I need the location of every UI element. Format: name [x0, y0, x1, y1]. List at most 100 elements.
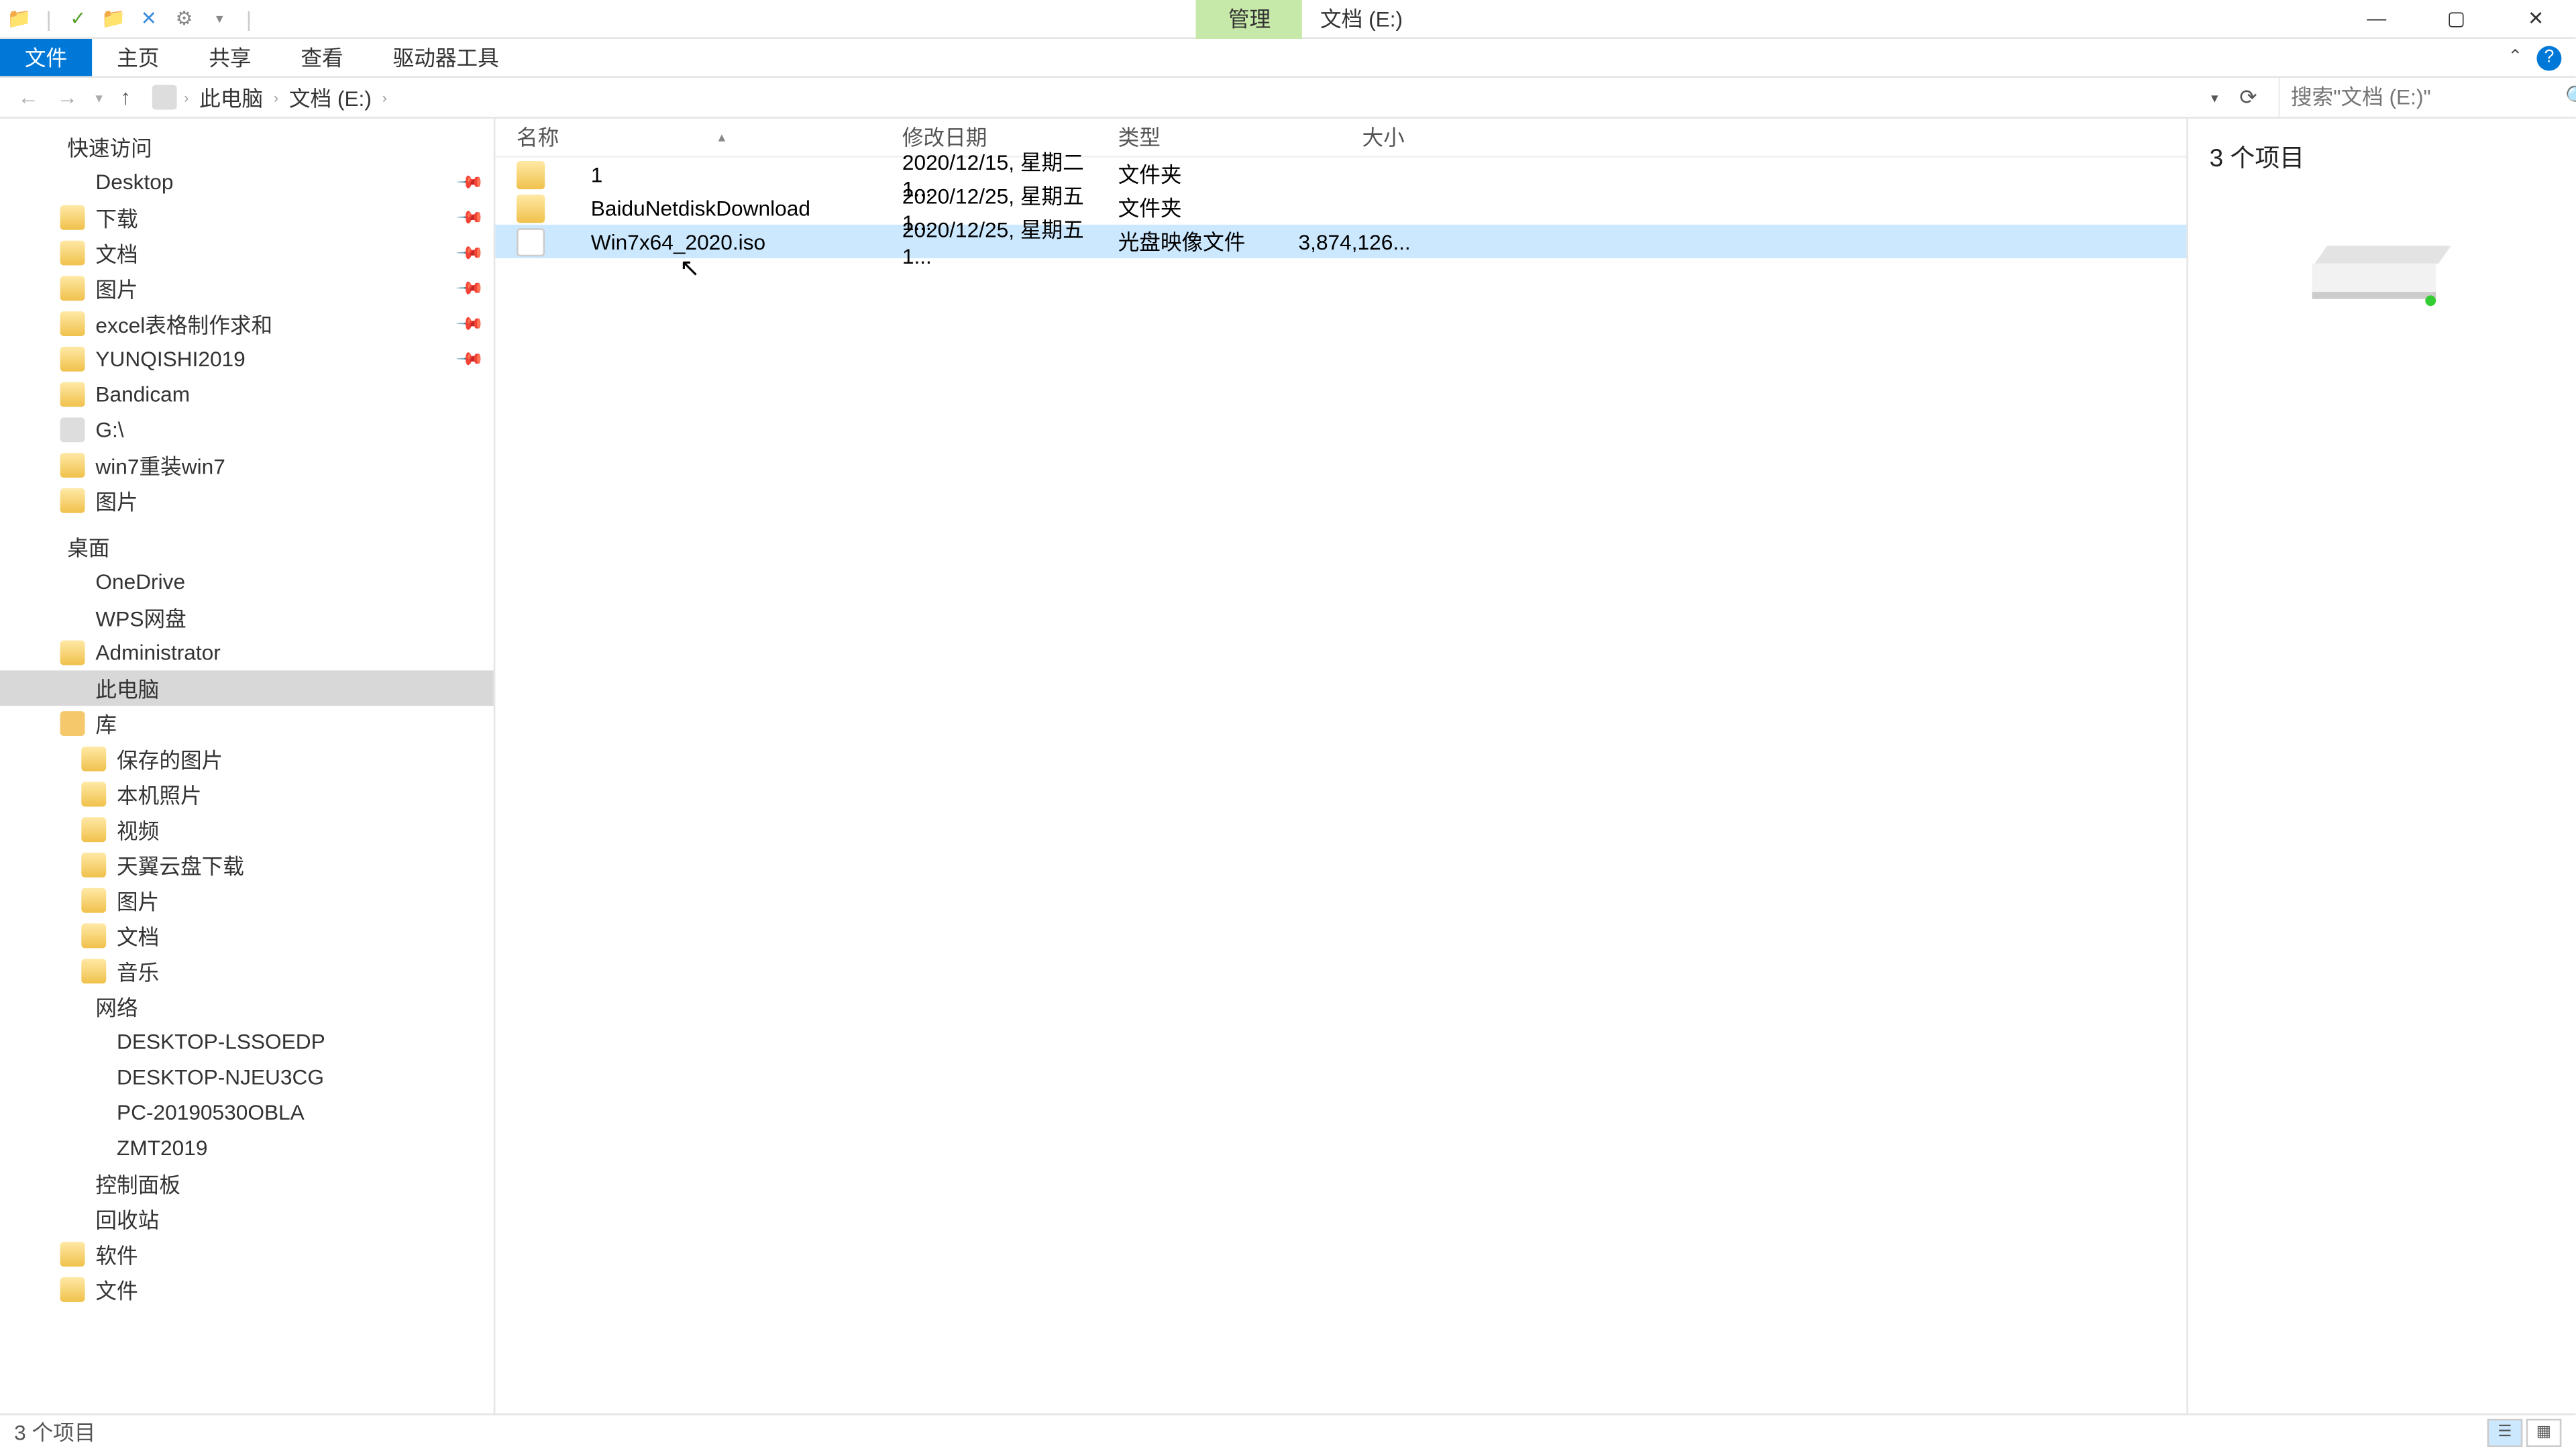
folder-icon: [517, 160, 545, 189]
crumb-current[interactable]: 文档 (E:): [286, 83, 376, 113]
tree-item[interactable]: 快速访问: [0, 129, 494, 165]
col-size[interactable]: 大小: [1299, 122, 1405, 152]
net-icon: [60, 994, 85, 1019]
folder-icon: [60, 1277, 85, 1302]
tree-item[interactable]: 桌面: [0, 529, 494, 564]
ribbon-tab-share[interactable]: 共享: [184, 39, 276, 76]
pc-icon: [81, 1065, 106, 1089]
forward-button[interactable]: →: [53, 85, 81, 110]
tree-label: Desktop: [95, 170, 173, 195]
tree-item[interactable]: 控制面板: [0, 1166, 494, 1201]
tree-item[interactable]: 文件: [0, 1272, 494, 1307]
maximize-button[interactable]: ▢: [2416, 0, 2496, 37]
chevron-icon[interactable]: ›: [184, 89, 189, 105]
file-row[interactable]: 12020/12/15, 星期二 1...文件夹: [495, 158, 2186, 191]
back-button[interactable]: ←: [14, 85, 42, 110]
minimize-button[interactable]: —: [2337, 0, 2416, 37]
gear-icon[interactable]: ⚙: [172, 6, 197, 31]
star-icon: [32, 134, 56, 159]
tree-item[interactable]: 天翼云盘下载: [0, 847, 494, 883]
crumb-thispc[interactable]: 此电脑: [196, 83, 267, 113]
file-row[interactable]: BaiduNetdiskDownload2020/12/25, 星期五 1...…: [495, 191, 2186, 225]
tree-label: 保存的图片: [117, 744, 223, 774]
tree-item[interactable]: DESKTOP-LSSOEDP: [0, 1024, 494, 1060]
tree-item[interactable]: 网络: [0, 989, 494, 1024]
check-icon[interactable]: ✓: [66, 6, 91, 31]
tree-item[interactable]: DESKTOP-NJEU3CG: [0, 1060, 494, 1095]
tree-item[interactable]: win7重装win7: [0, 447, 494, 483]
tree-item[interactable]: 回收站: [0, 1201, 494, 1237]
file-size: 3,874,126...: [1299, 229, 1405, 254]
tree-label: 图片: [95, 273, 138, 303]
tree-item[interactable]: 音乐: [0, 953, 494, 989]
nav-tree[interactable]: 快速访问Desktop📌下载📌文档📌图片📌excel表格制作求和📌YUNQISH…: [0, 119, 495, 1413]
refresh-button[interactable]: ⟳: [2229, 85, 2267, 110]
tree-label: 文档: [95, 238, 138, 268]
tree-item[interactable]: WPS网盘: [0, 600, 494, 635]
pin-icon: 📌: [453, 168, 483, 197]
desktop-icon: [32, 534, 56, 559]
tree-item[interactable]: 软件: [0, 1236, 494, 1272]
dropdown-icon[interactable]: ▾: [207, 6, 232, 31]
ribbon-tab-home[interactable]: 主页: [92, 39, 184, 76]
folder-icon: 📁: [101, 6, 126, 31]
tree-item[interactable]: YUNQISHI2019📌: [0, 341, 494, 377]
tree-item[interactable]: 图片: [0, 483, 494, 519]
ribbon-tab-file[interactable]: 文件: [0, 39, 92, 76]
search-input[interactable]: [2291, 85, 2565, 110]
up-button[interactable]: ↑: [117, 85, 134, 110]
breadcrumb[interactable]: › 此电脑 › 文档 (E:) ›: [145, 83, 2200, 113]
tree-item[interactable]: 图片 📌: [0, 270, 494, 306]
ribbon-tab-drivetools[interactable]: 驱动器工具: [368, 39, 524, 76]
chevron-icon[interactable]: ›: [382, 89, 387, 105]
search-icon[interactable]: 🔍: [2565, 85, 2576, 110]
tree-item[interactable]: 库: [0, 706, 494, 741]
context-tab-manage[interactable]: 管理: [1196, 0, 1302, 38]
folder-icon: [60, 241, 85, 266]
tree-item[interactable]: Administrator: [0, 635, 494, 671]
window-title: 文档 (E:): [1320, 3, 1403, 34]
tree-item[interactable]: excel表格制作求和📌: [0, 306, 494, 341]
close-icon[interactable]: ✕: [136, 6, 161, 31]
ribbon-tab-view[interactable]: 查看: [276, 39, 368, 76]
tree-item[interactable]: G:\: [0, 412, 494, 447]
tree-item[interactable]: Desktop 📌: [0, 164, 494, 200]
tree-item[interactable]: 此电脑: [0, 670, 494, 706]
folder-icon: [60, 1242, 85, 1267]
ribbon-expand-icon[interactable]: ⌃: [2508, 48, 2522, 67]
tree-item[interactable]: PC-20190530OBLA: [0, 1095, 494, 1130]
recycle-icon: [60, 1206, 85, 1231]
file-name: BaiduNetdiskDownload: [591, 195, 810, 220]
tree-item[interactable]: 图片: [0, 883, 494, 918]
close-button[interactable]: ✕: [2496, 0, 2576, 37]
pin-icon: 📌: [453, 344, 483, 374]
folder-icon: [81, 888, 106, 913]
address-dropdown-icon[interactable]: ▾: [2211, 89, 2218, 105]
file-row[interactable]: Win7x64_2020.iso2020/12/25, 星期五 1...光盘映像…: [495, 225, 2186, 258]
help-icon[interactable]: ?: [2536, 45, 2561, 70]
folder-icon: [60, 311, 85, 336]
col-type[interactable]: 类型: [1118, 122, 1299, 152]
tree-item[interactable]: 文档: [0, 918, 494, 954]
tree-label: Administrator: [95, 641, 220, 665]
chevron-icon[interactable]: ›: [274, 89, 278, 105]
address-bar: ← → ▾ ↑ › 此电脑 › 文档 (E:) › ▾ ⟳ 🔍: [0, 78, 2575, 119]
tree-item[interactable]: 本机照片: [0, 777, 494, 812]
pin-icon: 📌: [453, 274, 483, 303]
tree-item[interactable]: 保存的图片: [0, 741, 494, 777]
tree-item[interactable]: OneDrive: [0, 564, 494, 600]
tree-item[interactable]: Bandicam: [0, 377, 494, 413]
tree-item[interactable]: ZMT2019: [0, 1130, 494, 1166]
preview-pane: 3 个项目: [2186, 119, 2575, 1413]
view-details-button[interactable]: ☰: [2487, 1418, 2523, 1446]
tree-item[interactable]: 视频: [0, 812, 494, 847]
tree-label: 控制面板: [95, 1169, 180, 1199]
tree-item[interactable]: 下载📌: [0, 200, 494, 235]
view-icons-button[interactable]: ▦: [2526, 1418, 2562, 1446]
search-box[interactable]: 🔍: [2278, 78, 2561, 117]
file-name: 1: [591, 162, 603, 186]
recent-dropdown[interactable]: ▾: [92, 89, 106, 105]
tree-item[interactable]: 文档📌: [0, 235, 494, 271]
folder-icon: [60, 641, 85, 665]
col-name[interactable]: 名称▴: [517, 122, 902, 152]
